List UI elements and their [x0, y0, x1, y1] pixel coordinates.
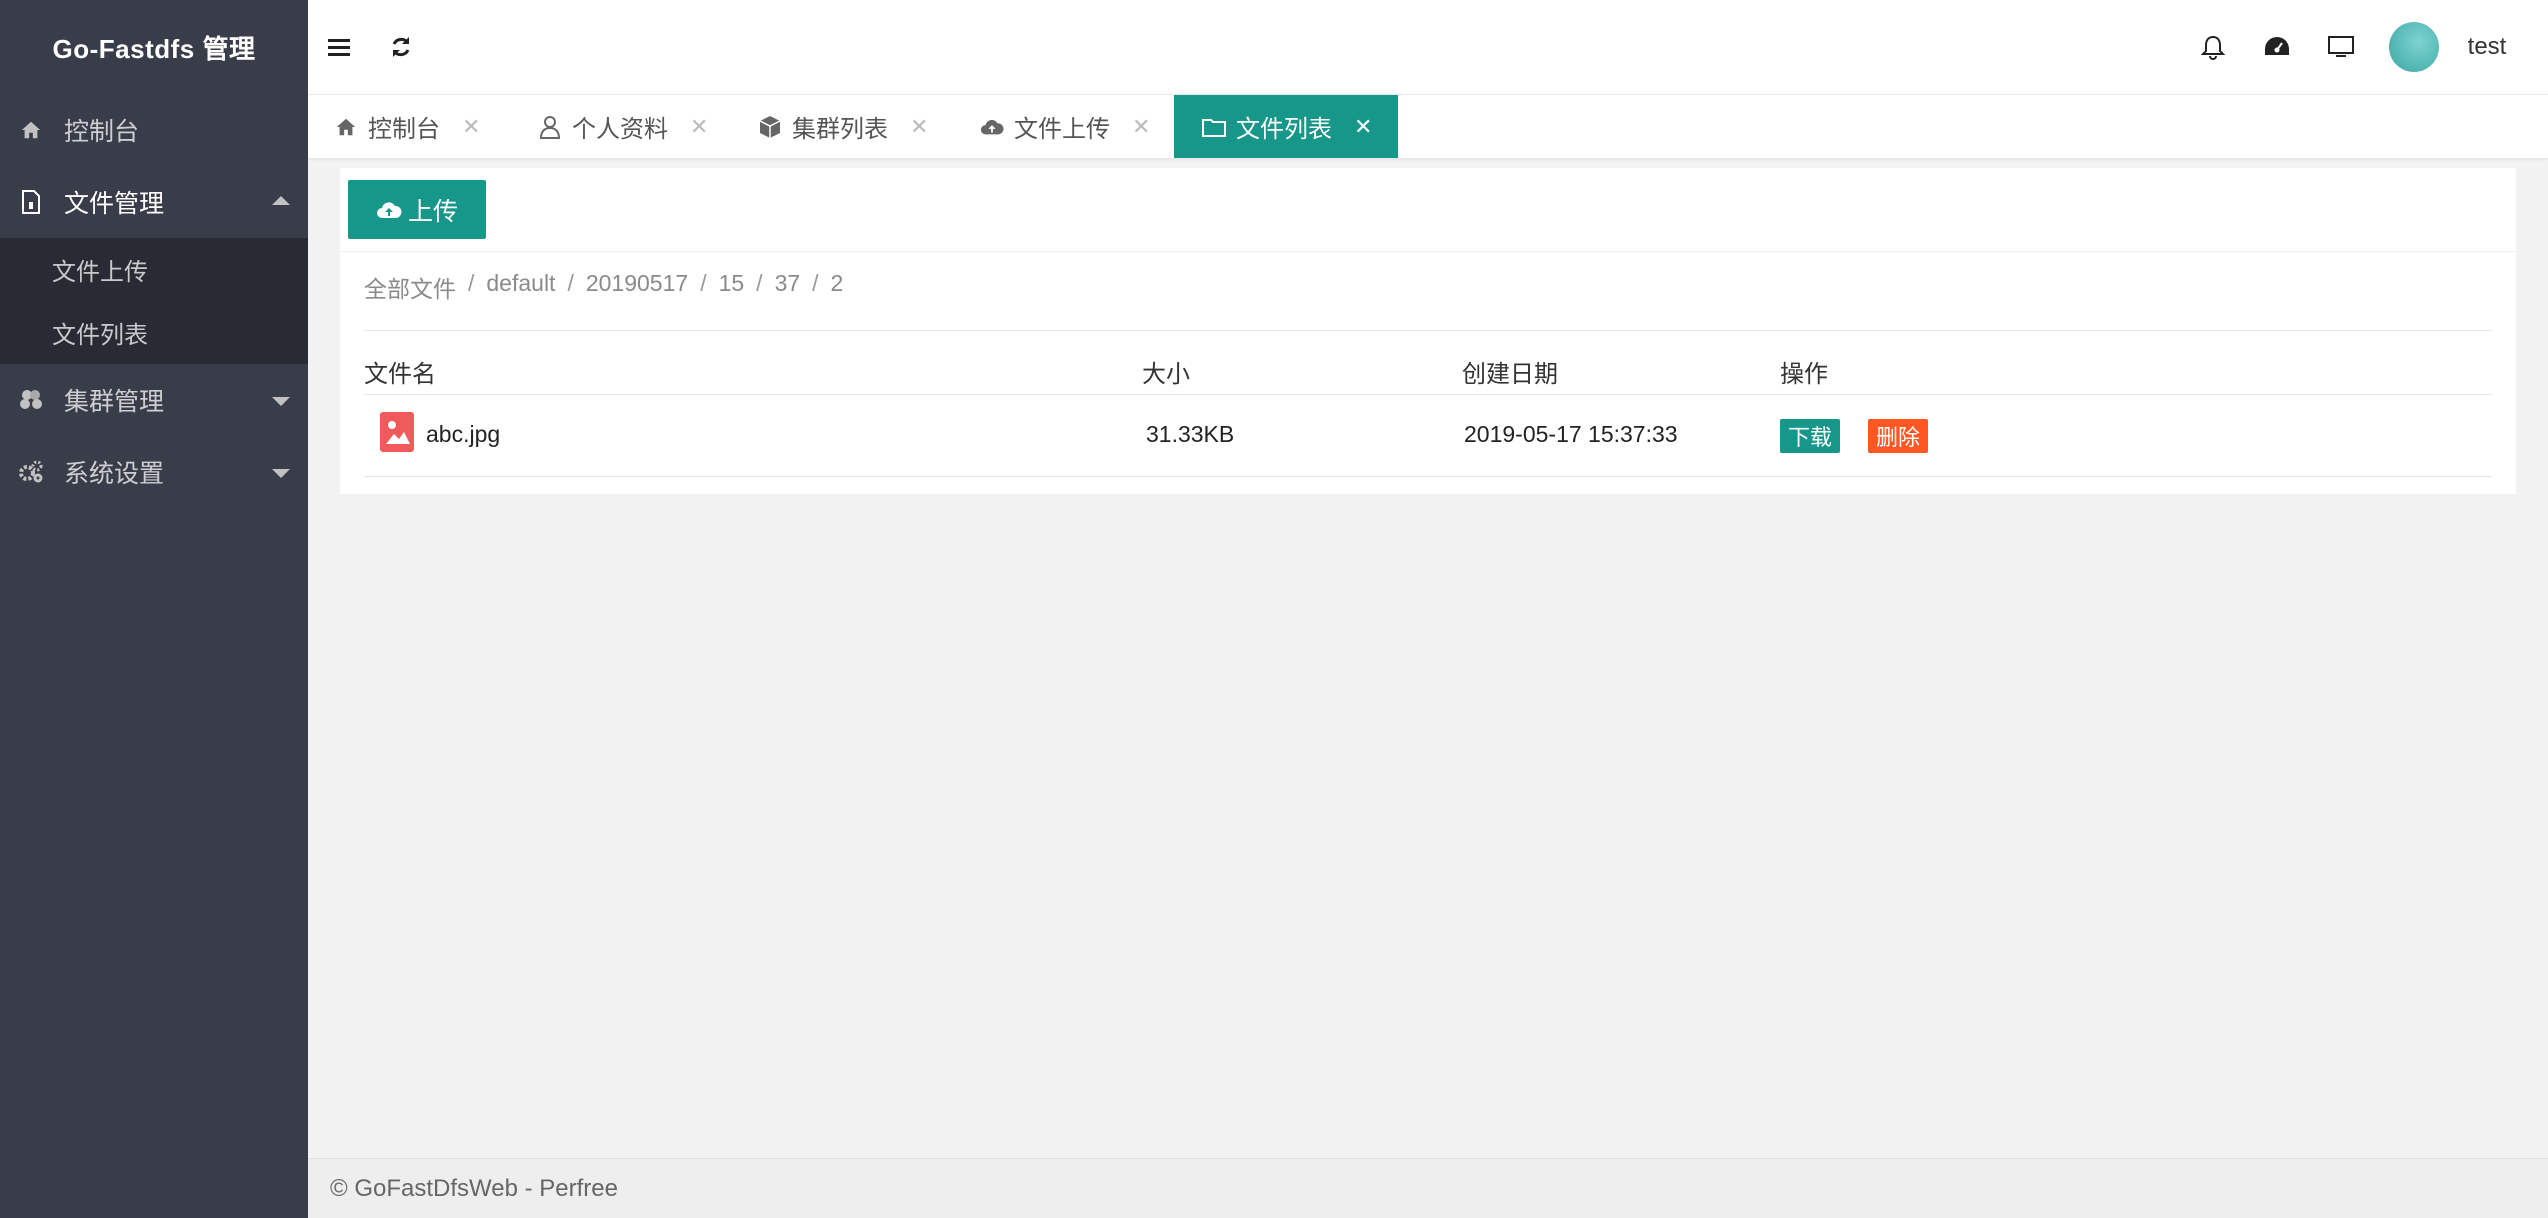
cloud-upload-icon	[980, 115, 1004, 139]
tab-label: 个人资料	[572, 116, 668, 143]
tab-cluster-list[interactable]: 集群列表 ✕	[758, 95, 928, 158]
column-header-name: 文件名	[364, 361, 436, 388]
breadcrumb-item[interactable]: 37	[775, 270, 801, 304]
footer-text: © GoFastDfsWeb - Perfree	[330, 1174, 618, 1202]
sidebar-subitem-file-upload[interactable]: 文件上传	[0, 238, 308, 301]
sidebar-item-label: 系统设置	[64, 460, 165, 488]
sidebar-item-system-settings[interactable]: 系统设置	[0, 436, 308, 508]
sidebar-item-file-management[interactable]: 文件管理	[0, 166, 308, 238]
home-icon	[334, 115, 358, 139]
cube-icon	[758, 115, 782, 139]
chevron-down-icon	[272, 397, 290, 406]
chevron-down-icon	[272, 469, 290, 478]
sidebar-item-cluster-management[interactable]: 集群管理	[0, 364, 308, 436]
column-header-size: 大小	[1142, 361, 1190, 388]
tab-label: 文件上传	[1014, 116, 1110, 143]
tab-console[interactable]: 控制台 ✕	[334, 95, 480, 158]
delete-button[interactable]: 删除	[1868, 419, 1929, 453]
footer: © GoFastDfsWeb - Perfree	[308, 1158, 2548, 1218]
breadcrumb-item[interactable]: default	[486, 270, 555, 304]
breadcrumb-item[interactable]: 15	[719, 270, 745, 304]
tab-label: 集群列表	[792, 116, 888, 143]
sidebar-item-label: 控制台	[64, 118, 140, 146]
tab-file-upload[interactable]: 文件上传 ✕	[980, 95, 1150, 158]
breadcrumb-item[interactable]: 全部文件	[364, 270, 456, 304]
tab-file-list[interactable]: 文件列表 ✕	[1174, 95, 1398, 158]
sidebar-item-console[interactable]: 控制台	[0, 94, 308, 166]
sidebar: Go-Fastdfs 管理 控制台 文件管理 文件上传 文件列表 集群管理 系统…	[0, 0, 308, 1218]
sidebar-subitem-file-list[interactable]: 文件列表	[0, 301, 308, 364]
menu-icon[interactable]	[314, 0, 364, 94]
user-icon	[538, 115, 562, 139]
tab-label: 文件列表	[1236, 116, 1332, 143]
breadcrumb-item[interactable]: 20190517	[586, 270, 688, 304]
close-icon[interactable]: ✕	[1132, 114, 1150, 140]
sidebar-item-label: 文件管理	[64, 190, 165, 218]
monitor-icon[interactable]	[2316, 0, 2366, 94]
upload-button[interactable]: 上传	[348, 180, 486, 239]
breadcrumb: 全部文件 / default/ 20190517/ 15/ 37/ 2	[364, 270, 844, 304]
close-icon[interactable]: ✕	[1354, 114, 1372, 140]
tab-bar: 控制台 ✕ 个人资料 ✕ 集群列表 ✕ 文件上传 ✕ 文件列表 ✕	[308, 95, 2548, 159]
file-date: 2019-05-17 15:37:33	[1464, 421, 1678, 447]
divider	[364, 394, 2492, 395]
close-icon[interactable]: ✕	[910, 114, 928, 140]
gears-icon	[18, 459, 44, 485]
user-name[interactable]: test	[2452, 0, 2522, 94]
home-icon	[18, 117, 44, 143]
chevron-up-icon	[272, 196, 290, 205]
sidebar-item-label: 集群管理	[64, 388, 165, 416]
bell-icon[interactable]	[2188, 0, 2238, 94]
cloud-upload-icon	[376, 201, 402, 218]
tab-profile[interactable]: 个人资料 ✕	[538, 95, 708, 158]
column-header-date: 创建日期	[1462, 361, 1558, 388]
dashboard-icon[interactable]	[2252, 0, 2302, 94]
top-header: test	[308, 0, 2548, 95]
image-file-icon	[380, 412, 414, 452]
refresh-icon[interactable]	[376, 0, 426, 94]
app-logo: Go-Fastdfs 管理	[0, 0, 308, 94]
folder-icon	[1202, 115, 1226, 139]
close-icon[interactable]: ✕	[690, 114, 708, 140]
breadcrumb-item[interactable]: 2	[831, 270, 844, 304]
file-name[interactable]: abc.jpg	[426, 421, 500, 448]
download-button[interactable]: 下载	[1780, 419, 1841, 453]
column-header-actions: 操作	[1780, 361, 1828, 388]
close-icon[interactable]: ✕	[462, 114, 480, 140]
file-list-panel: 上传 全部文件 / default/ 20190517/ 15/ 37/ 2 文件…	[340, 168, 2516, 494]
upload-button-label: 上传	[407, 197, 458, 226]
divider	[364, 476, 2492, 477]
tab-label: 控制台	[368, 116, 440, 143]
toolbar: 上传	[340, 168, 2516, 252]
cubes-icon	[18, 387, 44, 413]
file-size: 31.33KB	[1146, 421, 1235, 447]
file-icon	[18, 189, 44, 215]
avatar[interactable]	[2386, 0, 2442, 94]
sidebar-submenu: 文件上传 文件列表	[0, 238, 308, 364]
divider	[364, 330, 2492, 331]
